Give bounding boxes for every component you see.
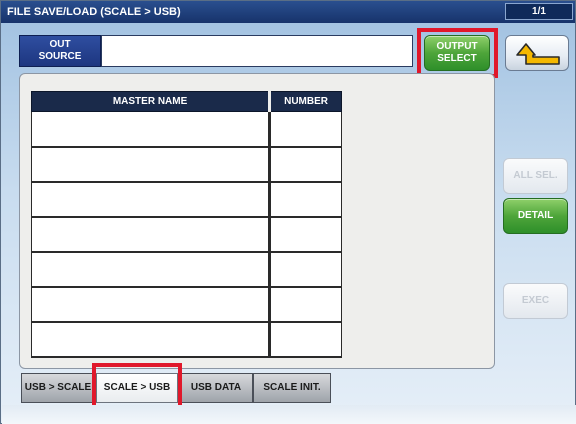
number-cell[interactable] <box>269 216 342 253</box>
out-source-label-line2: SOURCE <box>38 51 82 62</box>
master-table: MASTER NAME NUMBER <box>30 91 342 358</box>
bottom-strip <box>2 405 576 424</box>
master-name-cell[interactable] <box>30 111 272 148</box>
column-header-number: NUMBER <box>269 91 342 112</box>
tab-scale-init[interactable]: SCALE INIT. <box>253 373 331 403</box>
window-title: FILE SAVE/LOAD (SCALE > USB) <box>7 6 181 18</box>
number-cell[interactable] <box>269 321 342 358</box>
out-source-field[interactable] <box>101 35 413 67</box>
title-bar: FILE SAVE/LOAD (SCALE > USB) 1/1 <box>1 1 575 23</box>
master-name-cell[interactable] <box>30 321 272 358</box>
table-row[interactable] <box>30 251 342 288</box>
master-name-cell[interactable] <box>30 216 272 253</box>
master-name-cell[interactable] <box>30 181 272 218</box>
tab-usb-data-del[interactable]: USB DATA DEL <box>179 373 253 421</box>
screen: FILE SAVE/LOAD (SCALE > USB) 1/1 OUT SOU… <box>0 0 576 424</box>
master-name-cell[interactable] <box>30 251 272 288</box>
table-row[interactable] <box>30 321 342 358</box>
number-cell[interactable] <box>269 181 342 218</box>
master-name-cell[interactable] <box>30 146 272 183</box>
out-source-label-line1: OUT <box>49 39 71 50</box>
table-row[interactable] <box>30 111 342 148</box>
table-row[interactable] <box>30 181 342 218</box>
column-header-master-name: MASTER NAME <box>30 91 272 112</box>
detail-button[interactable]: DETAIL <box>503 198 568 234</box>
output-select-line2: SELECT <box>437 53 477 64</box>
out-source-label: OUT SOURCE <box>19 35 101 67</box>
back-button[interactable] <box>505 35 569 71</box>
page-indicator: 1/1 <box>505 3 573 20</box>
exec-button[interactable]: EXEC <box>503 283 568 319</box>
master-name-cell[interactable] <box>30 286 272 323</box>
output-select-button[interactable]: OUTPUT SELECT <box>424 35 490 71</box>
table-row[interactable] <box>30 146 342 183</box>
tab-usb-to-scale[interactable]: USB > SCALE <box>21 373 95 403</box>
number-cell[interactable] <box>269 146 342 183</box>
number-cell[interactable] <box>269 286 342 323</box>
table-row[interactable] <box>30 216 342 253</box>
all-select-button[interactable]: ALL SEL. <box>503 158 568 194</box>
return-arrow-icon <box>516 43 560 65</box>
number-cell[interactable] <box>269 251 342 288</box>
table-header-row: MASTER NAME NUMBER <box>30 91 342 112</box>
tab-scale-to-usb[interactable]: SCALE > USB <box>96 373 178 403</box>
table-row[interactable] <box>30 286 342 323</box>
number-cell[interactable] <box>269 111 342 148</box>
output-select-line1: OUTPUT <box>436 41 478 52</box>
